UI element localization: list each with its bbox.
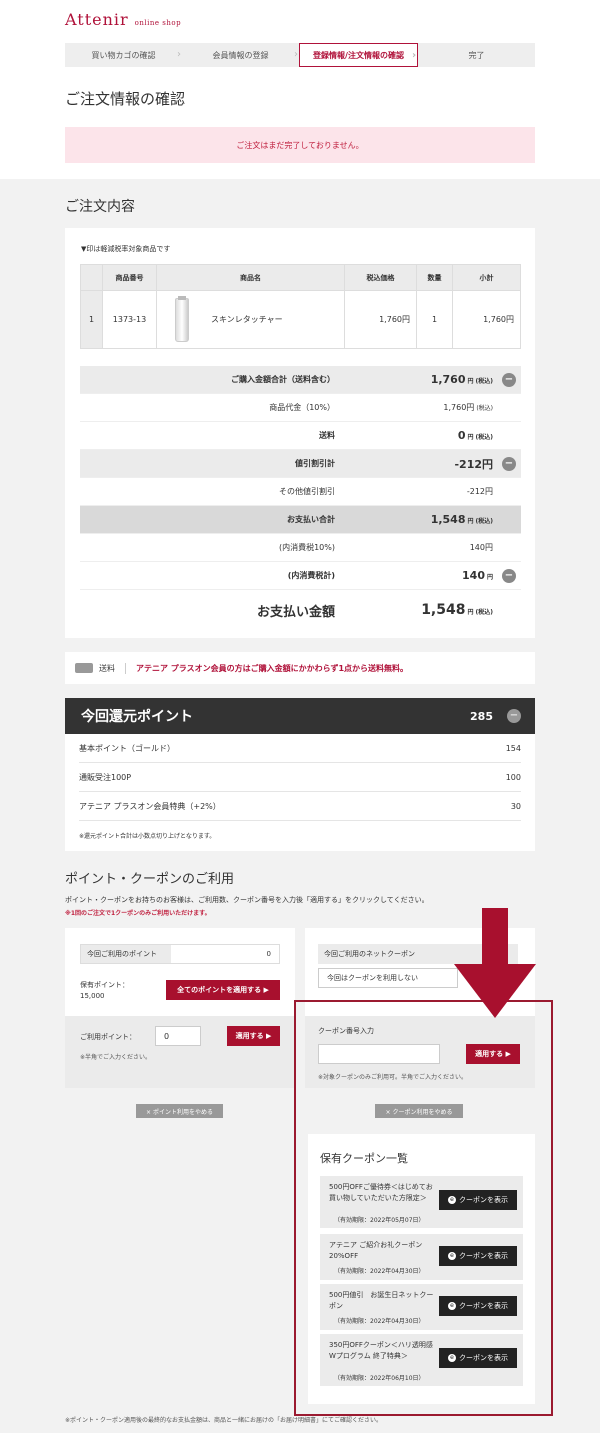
list-item: 基本ポイント（ゴールド） 154 bbox=[79, 734, 521, 763]
show-coupon-button[interactable]: クーポンを表示 bbox=[439, 1190, 517, 1210]
usage-title: ポイント・クーポンのご利用 bbox=[65, 872, 235, 887]
step-confirm: 登録情報/注文情報の確認 › bbox=[299, 43, 418, 67]
truck-icon bbox=[75, 663, 93, 673]
footer-note: ※ポイント・クーポン適用後の最終的なお支払金額は、商品と一緒にお届けの「お届け明… bbox=[65, 1417, 383, 1424]
usage-desc: ポイント・クーポンをお持ちのお客様は、ご利用数、クーポン番号を入力後「適用する」… bbox=[65, 896, 429, 904]
total-row: (内消費税10%) 140円 bbox=[80, 534, 521, 562]
order-section-title: ご注文内容 bbox=[65, 199, 135, 215]
items-table: 商品番号 商品名 税込価格 数量 小計 1 1373-13 スキンレタッチャー … bbox=[80, 264, 521, 349]
total-row: その他値引割引 -212円 bbox=[80, 478, 521, 506]
arrow-down-icon bbox=[454, 908, 536, 1018]
page-title: ご注文情報の確認 bbox=[65, 90, 186, 108]
show-coupon-button[interactable]: クーポンを表示 bbox=[439, 1296, 517, 1316]
product-name[interactable]: スキンレタッチャー bbox=[211, 314, 283, 325]
owned-coupons-title: 保有クーポン一覧 bbox=[320, 1152, 408, 1165]
net-coupon-select[interactable]: 今回はクーポンを利用しない bbox=[318, 968, 458, 988]
coupon-item: 350円OFFクーポン＜ハリ透明感Wプログラム 終了特典＞ （有効期限：2022… bbox=[320, 1334, 523, 1386]
usage-warning: ※1回のご注文で1クーポンのみご利用いただけます。 bbox=[65, 910, 211, 917]
total-row: 値引割引計 -212円 − bbox=[80, 450, 521, 478]
step-cart: 買い物カゴの確認 › bbox=[65, 43, 182, 67]
use-points-input[interactable]: 0 bbox=[155, 1026, 201, 1046]
step-complete: 完了 bbox=[418, 43, 535, 67]
list-item: 通販受注100P 100 bbox=[79, 763, 521, 792]
apply-all-points-button[interactable]: 全てのポイントを適用する ▶ bbox=[166, 980, 280, 1000]
reduced-tax-note: ▼印は軽減税率対象商品です bbox=[81, 245, 171, 253]
points-body: 基本ポイント（ゴールド） 154 通販受注100P 100 アテニア プラスオン会員… bbox=[65, 734, 535, 851]
owned-coupons-panel: 保有クーポン一覧 500円OFFご優待券＜はじめてお買い物していただいた方限定＞… bbox=[308, 1134, 535, 1404]
total-row: 送料 0 円 (税込) bbox=[80, 422, 521, 450]
list-item: アテニア プラスオン会員特典（+2%） 30 bbox=[79, 792, 521, 821]
current-points-field: 今回ご利用のポイント 0 bbox=[80, 944, 280, 964]
product-image[interactable] bbox=[175, 295, 189, 342]
table-row: 1 1373-13 スキンレタッチャー 1,760円 1 1,760円 bbox=[80, 290, 521, 349]
step-member: 会員情報の登録 › bbox=[182, 43, 299, 67]
logo[interactable]: Attenir online shop bbox=[65, 10, 181, 29]
coupon-item: アテニア ご紹介お礼クーポン 20%OFF （有効期限：2022年04月30日）… bbox=[320, 1234, 523, 1280]
collapse-icon[interactable]: − bbox=[507, 709, 521, 723]
progress-steps: 買い物カゴの確認 › 会員情報の登録 › 登録情報/注文情報の確認 › 完了 bbox=[65, 43, 535, 67]
cancel-points-button[interactable]: × ポイント利用をやめる bbox=[136, 1104, 223, 1118]
points-header[interactable]: 今回還元ポイント 285 − bbox=[65, 698, 535, 734]
top-area: Attenir online shop 買い物カゴの確認 › 会員情報の登録 › 登録… bbox=[0, 0, 600, 179]
order-panel: ▼印は軽減税率対象商品です 商品番号 商品名 税込価格 数量 小計 1 1373… bbox=[65, 228, 535, 638]
total-row: 商品代金（10%） 1,760円 (税込) bbox=[80, 394, 521, 422]
total-row: お支払い合計 1,548 円 (税込) bbox=[80, 506, 521, 534]
show-coupon-button[interactable]: クーポンを表示 bbox=[439, 1348, 517, 1368]
collapse-icon[interactable]: − bbox=[502, 456, 516, 471]
apply-points-button[interactable]: 適用する ▶ bbox=[227, 1026, 280, 1046]
coupon-item: 500円OFFご優待券＜はじめてお買い物していただいた方限定＞ （有効期限：20… bbox=[320, 1176, 523, 1228]
incomplete-alert: ご注文はまだ完了しておりません。 bbox=[65, 127, 535, 163]
show-coupon-button[interactable]: クーポンを表示 bbox=[439, 1246, 517, 1266]
total-row: (内消費税計) 140 円 − bbox=[80, 562, 521, 590]
collapse-icon[interactable]: − bbox=[502, 568, 516, 583]
payment-amount-row: お支払い金額 1,548 円 (税込) bbox=[256, 602, 493, 620]
shipping-banner: 送料 アテニア プラスオン会員の方はご購入金額にかかわらず1点から送料無料。 bbox=[65, 652, 535, 684]
total-row: ご購入金額合計（送料含む） 1,760 円 (税込) − bbox=[80, 366, 521, 394]
collapse-icon[interactable]: − bbox=[502, 372, 516, 387]
coupon-item: 500円値引 お誕生日ネットクーポン （有効期限：2022年04月30日） クー… bbox=[320, 1284, 523, 1330]
totals-list: ご購入金額合計（送料含む） 1,760 円 (税込) − 商品代金（10%） 1,760円… bbox=[80, 366, 521, 630]
